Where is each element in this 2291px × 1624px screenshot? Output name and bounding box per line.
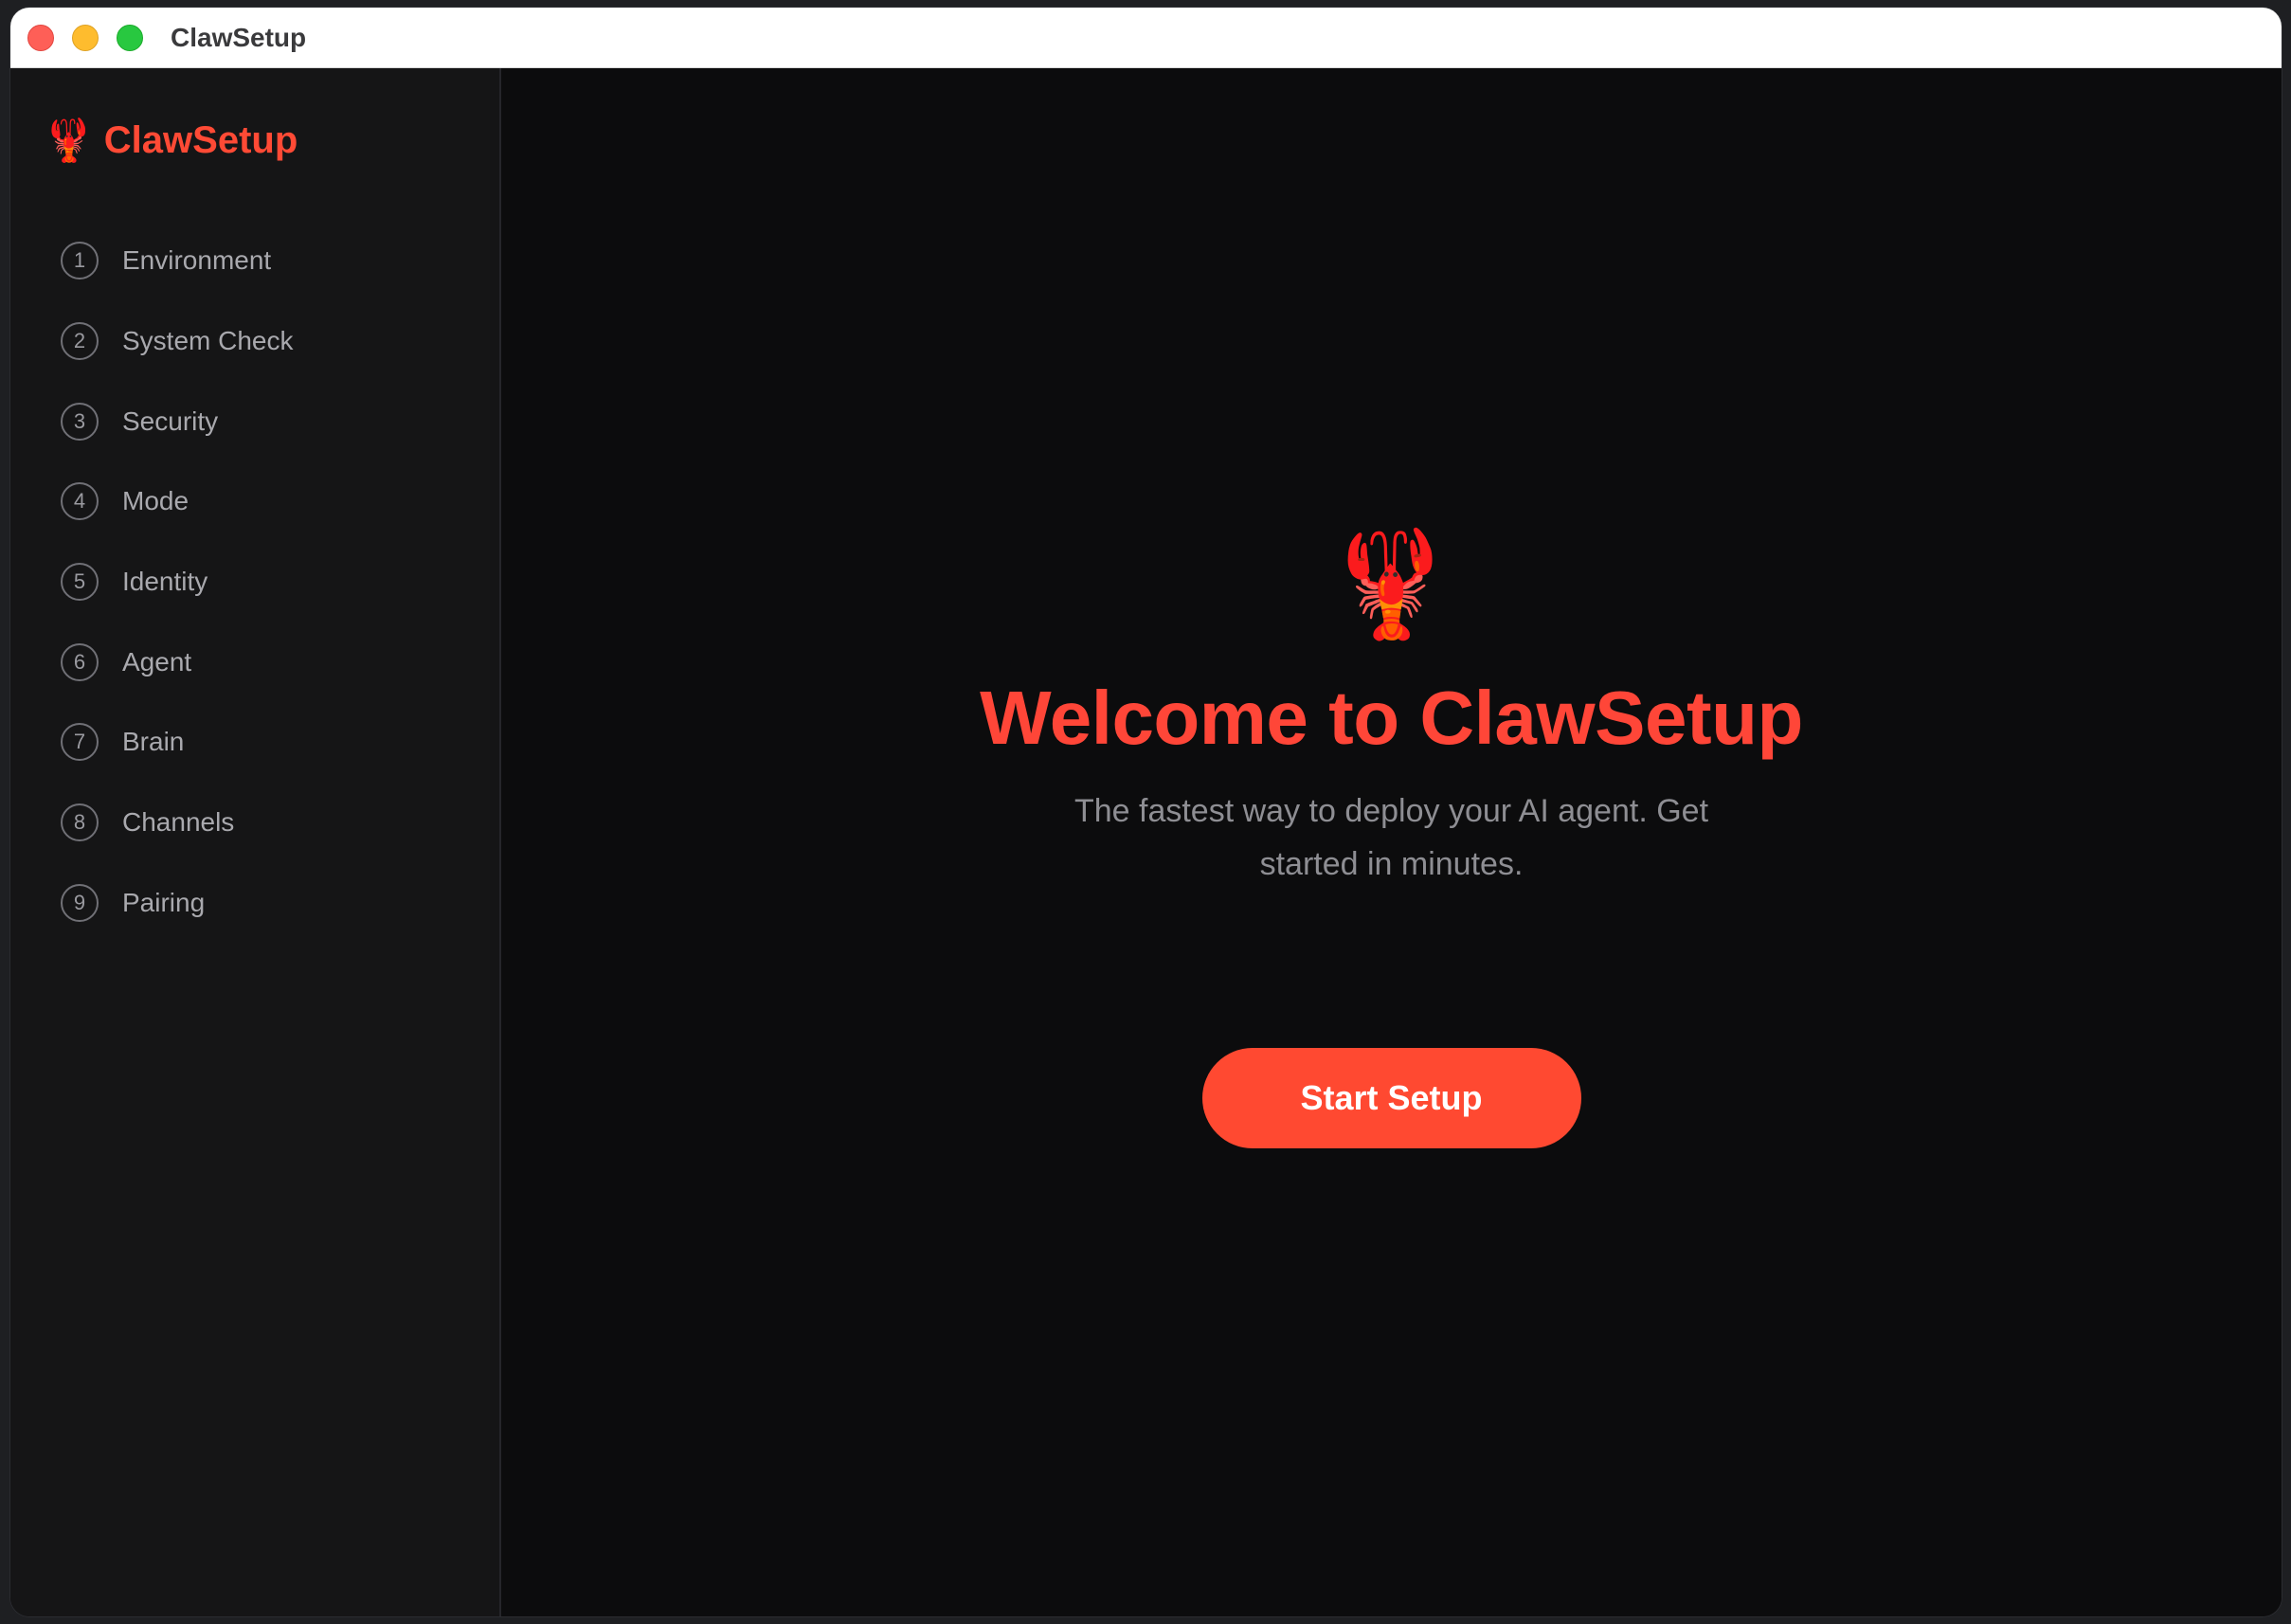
step-label: Brain — [122, 727, 185, 757]
sidebar-item-security[interactable]: 3 Security — [61, 381, 294, 461]
sidebar-item-environment[interactable]: 1 Environment — [61, 221, 294, 301]
step-number: 1 — [61, 242, 99, 280]
minimize-window-button[interactable] — [72, 24, 99, 51]
main-content: 🦞 Welcome to ClawSetup The fastest way t… — [501, 68, 2282, 1616]
sidebar-item-brain[interactable]: 7 Brain — [61, 702, 294, 783]
welcome-hero: 🦞 Welcome to ClawSetup The fastest way t… — [501, 532, 2282, 1148]
step-label: Mode — [122, 486, 189, 516]
close-window-button[interactable] — [27, 24, 54, 51]
step-label: Agent — [122, 646, 192, 677]
sidebar-item-system-check[interactable]: 2 System Check — [61, 301, 294, 382]
page-subtitle: The fastest way to deploy your AI agent.… — [1073, 793, 1709, 882]
sidebar-item-mode[interactable]: 4 Mode — [61, 461, 294, 542]
step-label: Security — [122, 406, 219, 436]
sidebar-item-pairing[interactable]: 9 Pairing — [61, 863, 294, 944]
step-number: 9 — [61, 883, 99, 922]
lobster-icon: 🦞 — [43, 117, 95, 164]
sidebar-item-identity[interactable]: 5 Identity — [61, 542, 294, 623]
start-setup-button[interactable]: Start Setup — [1201, 1048, 1581, 1148]
title-bar: ClawSetup — [10, 8, 2282, 68]
lobster-icon: 🦞 — [1326, 526, 1455, 642]
setup-steps: 1 Environment 2 System Check 3 Security … — [61, 221, 294, 943]
step-number: 8 — [61, 803, 99, 842]
step-number: 2 — [61, 322, 99, 361]
page-title: Welcome to ClawSetup — [980, 676, 1803, 760]
sidebar: 🦞 ClawSetup 1 Environment 2 System Check… — [10, 68, 501, 1616]
window-controls — [27, 24, 143, 51]
step-label: Identity — [122, 567, 208, 597]
maximize-window-button[interactable] — [117, 24, 143, 51]
step-label: System Check — [122, 326, 294, 356]
sidebar-item-channels[interactable]: 8 Channels — [61, 783, 294, 863]
step-number: 6 — [61, 642, 99, 681]
brand: 🦞 ClawSetup — [43, 119, 298, 162]
window-title: ClawSetup — [171, 22, 307, 52]
brand-name: ClawSetup — [103, 119, 298, 161]
step-number: 4 — [61, 482, 99, 521]
step-number: 3 — [61, 402, 99, 441]
step-label: Channels — [122, 807, 235, 838]
step-label: Pairing — [122, 887, 206, 917]
app-window: ClawSetup 🦞 ClawSetup 1 Environment 2 Sy… — [10, 8, 2282, 1616]
sidebar-item-agent[interactable]: 6 Agent — [61, 622, 294, 702]
step-number: 7 — [61, 723, 99, 762]
step-number: 5 — [61, 563, 99, 602]
step-label: Environment — [122, 245, 272, 276]
